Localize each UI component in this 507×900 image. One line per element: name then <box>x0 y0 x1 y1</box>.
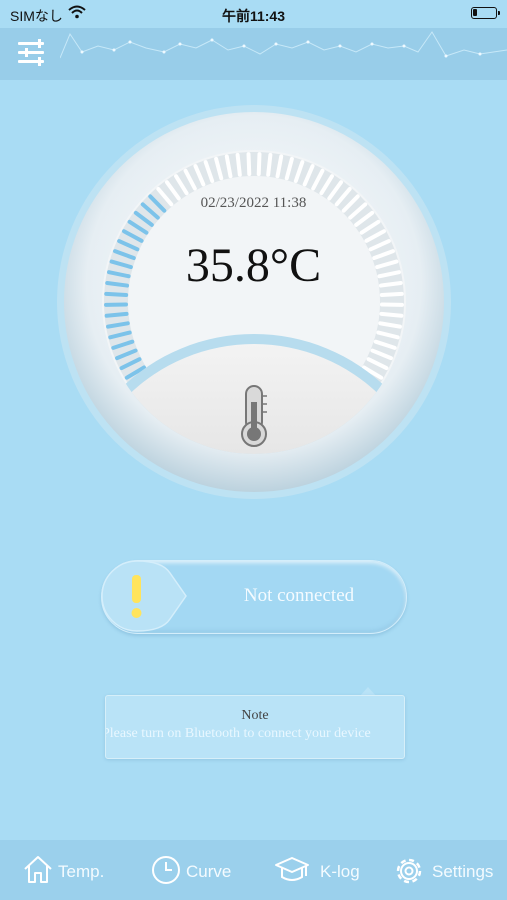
graduation-cap-icon <box>275 857 309 881</box>
gauge-tick <box>104 291 129 297</box>
tab-klog[interactable]: K-log <box>274 840 374 900</box>
connection-status-label: Not connected <box>243 585 355 606</box>
battery-icon <box>471 7 500 19</box>
temperature-reading: 35.8°C <box>185 239 322 292</box>
header-bar <box>0 28 507 80</box>
header-wave-decoration <box>60 31 507 59</box>
tab-settings-label: Settings <box>432 862 494 881</box>
exclamation-icon <box>101 560 187 632</box>
menu-icon <box>18 39 44 66</box>
reading-timestamp: 02/23/2022 11:38 <box>200 195 307 211</box>
home-icon <box>24 856 52 883</box>
gauge-tick <box>104 311 129 318</box>
tab-bar: Temp. Curve K-log Settings <box>0 840 507 900</box>
gauge-tick <box>379 311 404 318</box>
gauge-tick <box>246 152 252 177</box>
tab-temp[interactable]: Temp. <box>20 840 120 900</box>
gauge-tick <box>235 152 242 177</box>
tab-curve-label: Curve <box>186 862 232 881</box>
battery-level <box>473 9 477 16</box>
gear-icon <box>396 858 422 884</box>
tab-klog-label: K-log <box>320 862 360 881</box>
note-text: Please turn on Bluetooth to connect your… <box>105 726 371 741</box>
status-time: 午前11:43 <box>221 8 286 24</box>
gauge-tick <box>256 152 262 177</box>
tab-curve[interactable]: Curve <box>148 840 248 900</box>
temperature-gauge <box>54 104 454 504</box>
note-title: Note <box>241 708 269 723</box>
menu-button[interactable] <box>16 38 48 68</box>
tab-temp-label: Temp. <box>58 862 105 881</box>
clock-icon <box>152 856 180 884</box>
status-bar: SIMなし 午前11:43 <box>0 0 507 28</box>
connection-status-button[interactable]: Not connected <box>101 560 407 634</box>
tab-settings[interactable]: Settings <box>392 840 502 900</box>
gauge-tick <box>379 291 404 297</box>
note-popup: Note Please turn on Bluetooth to connect… <box>105 695 405 759</box>
gauge-tick <box>266 152 273 177</box>
